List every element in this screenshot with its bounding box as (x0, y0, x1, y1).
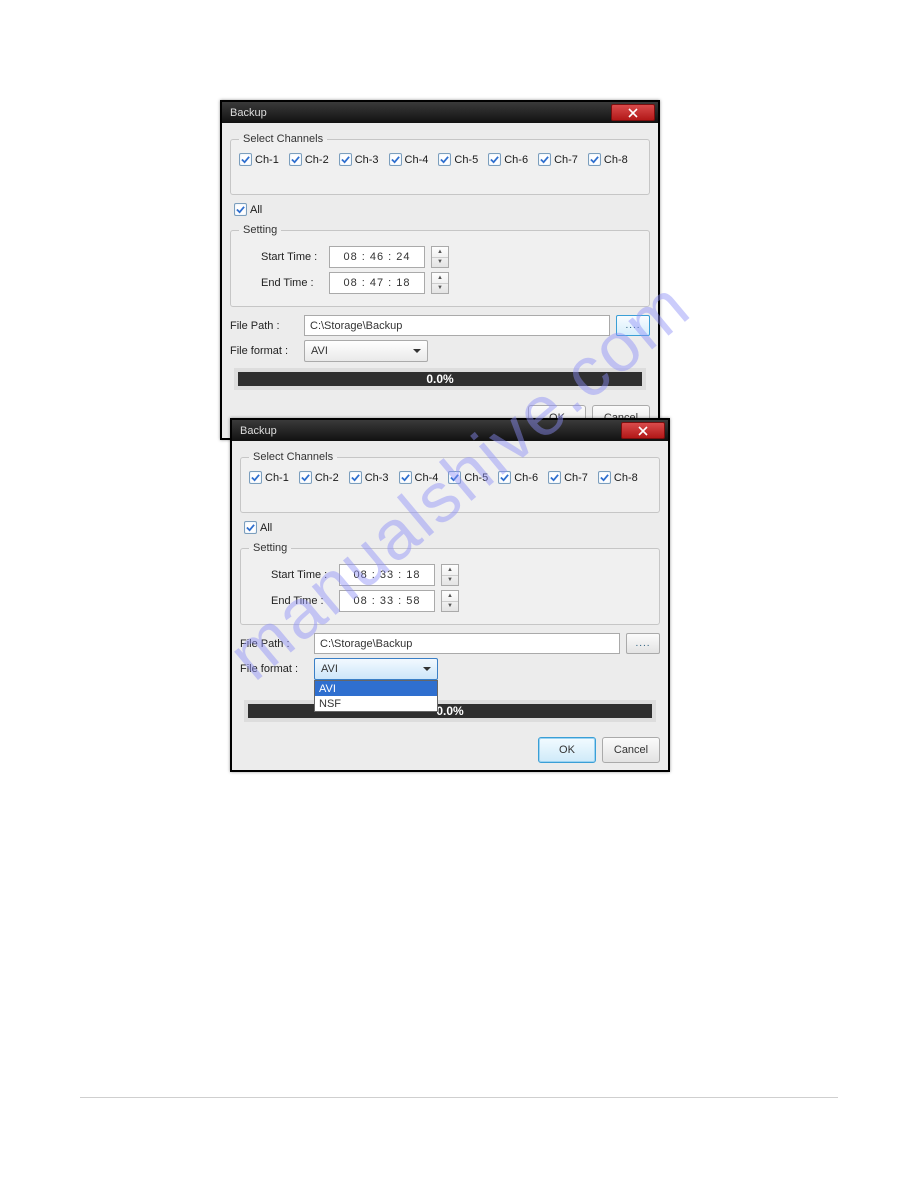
channel-8[interactable]: Ch-8 (598, 471, 638, 484)
start-time-input[interactable]: 08 : 33 : 18 (339, 564, 435, 586)
channel-3[interactable]: Ch-3 (339, 153, 379, 166)
select-channels-group: Select Channels Ch-1 Ch-2 Ch-3 Ch-4 Ch-5… (240, 451, 660, 513)
end-time-label: End Time : (249, 595, 339, 607)
select-all-checkbox[interactable]: All (244, 521, 660, 534)
channel-1[interactable]: Ch-1 (239, 153, 279, 166)
channel-1[interactable]: Ch-1 (249, 471, 289, 484)
file-format-option-nsf[interactable]: NSF (315, 696, 437, 711)
backup-dialog-2: Backup Select Channels Ch-1 Ch-2 Ch-3 Ch… (230, 418, 670, 772)
progress-bar: 0.0% (244, 700, 656, 722)
select-channels-legend: Select Channels (249, 451, 337, 463)
end-time-spinner[interactable]: ▲▼ (431, 272, 449, 294)
titlebar: Backup (222, 102, 658, 123)
progress-bar: 0.0% (234, 368, 646, 390)
channel-2[interactable]: Ch-2 (289, 153, 329, 166)
start-time-label: Start Time : (249, 569, 339, 581)
file-format-label: File format : (240, 663, 314, 675)
file-format-option-avi[interactable]: AVI (315, 681, 437, 696)
start-time-spinner[interactable]: ▲▼ (441, 564, 459, 586)
end-time-input[interactable]: 08 : 33 : 58 (339, 590, 435, 612)
chevron-down-icon (423, 667, 431, 671)
ok-button[interactable]: OK (538, 737, 596, 763)
channel-7[interactable]: Ch-7 (538, 153, 578, 166)
setting-group: Setting Start Time : 08 : 33 : 18 ▲▼ End… (240, 542, 660, 625)
end-time-input[interactable]: 08 : 47 : 18 (329, 272, 425, 294)
select-all-checkbox[interactable]: All (234, 203, 650, 216)
channel-6[interactable]: Ch-6 (498, 471, 538, 484)
channel-3[interactable]: Ch-3 (349, 471, 389, 484)
file-format-option-list: AVI NSF (314, 680, 438, 712)
close-button[interactable] (611, 104, 655, 121)
dialog-title: Backup (240, 425, 277, 437)
setting-group: Setting Start Time : 08 : 46 : 24 ▲▼ End… (230, 224, 650, 307)
file-format-label: File format : (230, 345, 304, 357)
start-time-spinner[interactable]: ▲▼ (431, 246, 449, 268)
channel-4[interactable]: Ch-4 (389, 153, 429, 166)
select-channels-group: Select Channels Ch-1 Ch-2 Ch-3 Ch-4 Ch-5… (230, 133, 650, 195)
chevron-down-icon (413, 349, 421, 353)
select-channels-legend: Select Channels (239, 133, 327, 145)
close-button[interactable] (621, 422, 665, 439)
start-time-label: Start Time : (239, 251, 329, 263)
cancel-button[interactable]: Cancel (602, 737, 660, 763)
backup-dialog-1: Backup Select Channels Ch-1 Ch-2 Ch-3 Ch… (220, 100, 660, 440)
file-format-dropdown[interactable]: AVI (314, 658, 438, 680)
channel-2[interactable]: Ch-2 (299, 471, 339, 484)
end-time-spinner[interactable]: ▲▼ (441, 590, 459, 612)
channel-6[interactable]: Ch-6 (488, 153, 528, 166)
browse-button[interactable]: .... (616, 315, 650, 336)
channel-7[interactable]: Ch-7 (548, 471, 588, 484)
close-icon (628, 108, 638, 118)
browse-button[interactable]: .... (626, 633, 660, 654)
setting-legend: Setting (239, 224, 281, 236)
dialog-title: Backup (230, 107, 267, 119)
page-divider (80, 1097, 838, 1098)
file-path-input[interactable]: C:\Storage\Backup (304, 315, 610, 336)
channel-5[interactable]: Ch-5 (448, 471, 488, 484)
channel-5[interactable]: Ch-5 (438, 153, 478, 166)
end-time-label: End Time : (239, 277, 329, 289)
file-format-dropdown[interactable]: AVI (304, 340, 428, 362)
file-path-label: File Path : (230, 320, 304, 332)
titlebar: Backup (232, 420, 668, 441)
start-time-input[interactable]: 08 : 46 : 24 (329, 246, 425, 268)
setting-legend: Setting (249, 542, 291, 554)
file-path-input[interactable]: C:\Storage\Backup (314, 633, 620, 654)
channel-8[interactable]: Ch-8 (588, 153, 628, 166)
close-icon (638, 426, 648, 436)
file-path-label: File Path : (240, 638, 314, 650)
channel-4[interactable]: Ch-4 (399, 471, 439, 484)
